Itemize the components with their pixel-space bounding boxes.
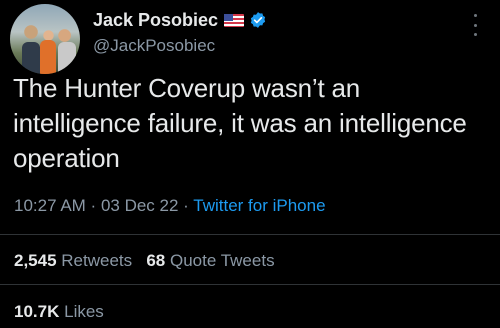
tweet-text: The Hunter Coverup wasn’t an intelligenc…: [13, 73, 467, 173]
author-display-name[interactable]: Jack Posobiec: [93, 10, 218, 31]
retweets-label: Retweets: [61, 251, 133, 270]
author-handle[interactable]: @JackPosobiec: [93, 36, 215, 56]
avatar-figure: [40, 40, 56, 74]
tweet-card: Jack Posobiec @JackPosobiec The Hunter C…: [0, 0, 500, 328]
divider: [0, 284, 500, 285]
divider: [0, 234, 500, 235]
tweet-source-link[interactable]: Twitter for iPhone: [193, 196, 325, 215]
meta-separator: ·: [85, 196, 101, 215]
verified-badge-icon: [250, 12, 266, 28]
quote-tweets-link[interactable]: 68 Quote Tweets: [146, 251, 274, 270]
engagement-stats: 2,545 Retweets 68 Quote Tweets: [14, 251, 275, 271]
likes-count: 10.7K: [14, 302, 60, 321]
likes-label: Likes: [64, 302, 104, 321]
tweet-meta: 10:27 AM · 03 Dec 22 · Twitter for iPhon…: [14, 196, 326, 216]
tweet-date[interactable]: 03 Dec 22: [101, 196, 179, 215]
avatar-figure: [58, 42, 76, 74]
tweet-time[interactable]: 10:27 AM: [14, 196, 86, 215]
likes-link[interactable]: 10.7K Likes: [14, 302, 104, 322]
more-options-icon[interactable]: [472, 14, 478, 36]
avatar[interactable]: [10, 4, 80, 74]
us-flag-icon: [224, 13, 245, 27]
quote-tweets-count: 68: [146, 251, 166, 270]
author-name-row[interactable]: Jack Posobiec: [93, 9, 267, 31]
retweets-link[interactable]: 2,545 Retweets: [14, 251, 132, 270]
retweets-count: 2,545: [14, 251, 57, 270]
avatar-figure: [22, 42, 40, 74]
quote-tweets-label: Quote Tweets: [169, 251, 275, 270]
meta-separator: ·: [178, 196, 194, 215]
